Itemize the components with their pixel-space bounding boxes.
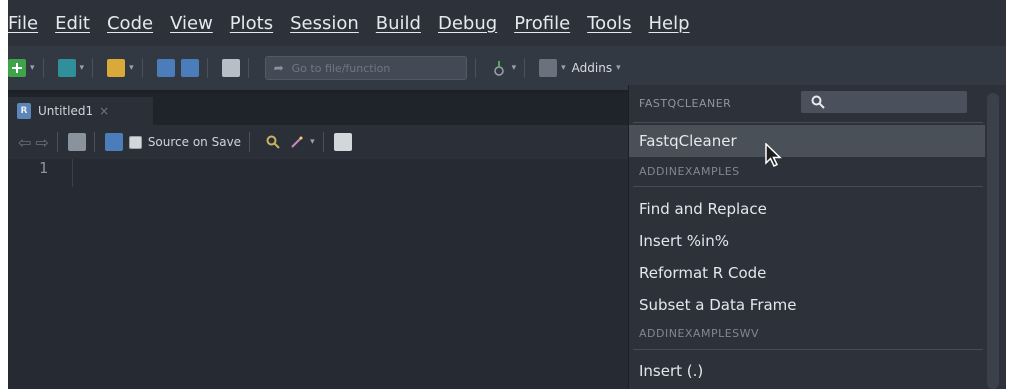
addin-item-label: Find and Replace <box>639 200 767 218</box>
addins-button[interactable]: Addins <box>572 61 612 75</box>
menu-debug[interactable]: Debug <box>438 13 508 34</box>
toolbar-separator <box>93 132 95 152</box>
addin-item-find-and-replace[interactable]: Find and Replace <box>629 193 985 225</box>
chevron-down-icon[interactable]: ▾ <box>129 63 134 73</box>
build-icon[interactable] <box>490 59 508 77</box>
toolbar-separator <box>474 58 476 78</box>
addin-item-label: Subset a Data Frame <box>639 296 797 314</box>
source-on-save-label: Source on Save <box>147 135 242 149</box>
menu-help[interactable]: Help <box>649 13 701 34</box>
tab-untitled1[interactable]: R Untitled1 × <box>8 97 153 125</box>
addin-group-label: ADDINEXAMPLES <box>639 164 740 178</box>
search-icon[interactable] <box>264 133 282 151</box>
magic-wand-icon[interactable] <box>288 133 306 151</box>
menu-view[interactable]: View <box>170 13 224 34</box>
go-to-file-input[interactable]: ➦ Go to file/function <box>264 56 467 80</box>
menu-profile[interactable]: Profile <box>514 13 581 34</box>
chevron-down-icon[interactable]: ▾ <box>30 63 35 73</box>
menu-code[interactable]: Code <box>107 13 164 34</box>
menu-edit[interactable]: Edit <box>55 13 101 34</box>
toolbar-separator <box>247 58 249 78</box>
save-icon[interactable] <box>156 59 175 77</box>
save-all-icon[interactable] <box>180 59 199 77</box>
chevron-down-icon[interactable]: ▾ <box>561 63 566 73</box>
toolbar-separator <box>141 58 143 78</box>
menu-tools[interactable]: Tools <box>587 13 642 34</box>
toolbar-separator <box>56 132 58 152</box>
search-icon <box>811 95 825 109</box>
go-to-placeholder: Go to file/function <box>291 61 391 75</box>
dropdown-header: FASTQCLEANER <box>629 85 1006 121</box>
print-icon[interactable] <box>221 59 240 77</box>
toolbar-separator <box>322 132 324 152</box>
chevron-down-icon[interactable]: ▾ <box>512 63 517 73</box>
addin-item-label: FastqCleaner <box>639 132 737 150</box>
r-file-icon: R <box>17 103 31 119</box>
line-number: 1 <box>38 159 48 177</box>
chevron-down-icon[interactable]: ▾ <box>80 63 85 73</box>
addin-item-label: Reformat R Code <box>639 264 767 282</box>
rstudio-window: File Edit Code View Plots Session Build … <box>8 0 1006 389</box>
toolbar-separator <box>206 58 208 78</box>
chevron-down-icon[interactable]: ▾ <box>616 63 621 73</box>
dropdown-divider <box>633 186 983 187</box>
addins-dropdown: FASTQCLEANER FastqCleaner ADDINEXAMPLES … <box>628 85 1006 389</box>
save-icon[interactable] <box>104 133 123 151</box>
addin-search-input[interactable] <box>801 91 967 113</box>
new-project-icon[interactable] <box>57 59 76 77</box>
source-on-save-checkbox[interactable] <box>128 135 142 149</box>
menu-file[interactable]: File <box>8 13 49 34</box>
back-arrow-icon[interactable]: ⇦ <box>18 133 31 152</box>
menu-plots[interactable]: Plots <box>230 13 284 34</box>
gutter-separator <box>72 159 73 187</box>
close-icon[interactable]: × <box>99 104 109 118</box>
menu-session[interactable]: Session <box>290 13 370 34</box>
toolbar-separator <box>42 58 44 78</box>
dropdown-divider <box>633 349 983 350</box>
addin-item-label: Insert %in% <box>639 232 729 250</box>
addin-search-section-label: FASTQCLEANER <box>639 96 732 110</box>
menubar: File Edit Code View Plots Session Build … <box>8 0 1006 46</box>
tab-label: Untitled1 <box>38 104 94 118</box>
addin-item-reformat-r-code[interactable]: Reformat R Code <box>629 257 985 289</box>
toolbar-separator <box>524 58 526 78</box>
addin-item-insert-dot[interactable]: Insert (.) <box>629 355 985 387</box>
addin-item-insert-in[interactable]: Insert %in% <box>629 225 985 257</box>
addin-item-label: Insert (.) <box>639 362 704 380</box>
grid-icon[interactable] <box>539 59 558 77</box>
forward-arrow-icon[interactable]: ⇨ <box>35 133 48 152</box>
new-file-icon[interactable] <box>8 59 26 77</box>
open-folder-icon[interactable] <box>107 59 126 77</box>
chevron-down-icon[interactable]: ▾ <box>310 137 315 147</box>
show-in-window-icon[interactable] <box>67 133 86 151</box>
addin-item-fastqcleaner[interactable]: FastqCleaner <box>629 125 985 157</box>
dropdown-divider <box>633 122 983 123</box>
compile-report-icon[interactable] <box>333 133 352 151</box>
dropdown-scrollbar[interactable] <box>987 93 999 389</box>
addin-item-subset-data-frame[interactable]: Subset a Data Frame <box>629 289 985 321</box>
toolbar-separator <box>249 132 251 152</box>
go-to-arrow-icon: ➦ <box>273 61 284 75</box>
addin-group-label: ADDINEXAMPLESWV <box>639 326 760 340</box>
mouse-cursor-icon <box>765 143 782 168</box>
menu-build[interactable]: Build <box>376 13 432 34</box>
toolbar-separator <box>92 58 94 78</box>
